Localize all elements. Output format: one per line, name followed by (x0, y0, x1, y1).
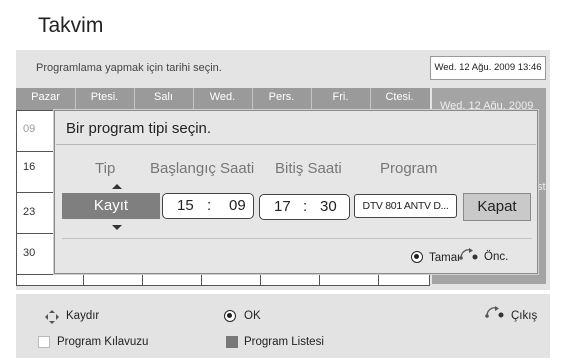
start-time-separator: : (207, 197, 212, 214)
type-selector[interactable]: Kayıt (62, 193, 160, 219)
white-key-icon (38, 336, 50, 348)
side-partial-text: st (537, 181, 546, 193)
footer-ok-radio-icon (224, 310, 236, 322)
day-name-wednesday: Wed. (209, 91, 236, 103)
ok-radio-icon[interactable] (411, 251, 423, 263)
day-name-monday: Ptesi. (90, 91, 119, 103)
type-up-arrow-icon[interactable] (112, 184, 122, 189)
start-time-field[interactable]: 15 : 09 (162, 193, 254, 219)
end-time-field[interactable]: 17 : 30 (259, 194, 350, 220)
four-way-arrow-icon (44, 309, 60, 328)
start-minute[interactable]: 09 (229, 197, 246, 214)
day-name-friday: Fri. (332, 91, 349, 103)
close-button[interactable]: Kapat (463, 193, 531, 221)
calendar-day-header: Pazar Ptesi. Salı Wed. Pers. Fri. Ctesi. (16, 88, 430, 110)
end-hour[interactable]: 17 (274, 198, 291, 215)
return-arrow-icon[interactable] (458, 247, 480, 264)
day-name-sunday: Pazar (31, 91, 60, 103)
dialog-ok-label[interactable]: Tamam (429, 252, 459, 264)
end-time-separator: : (303, 198, 308, 215)
instruction-text: Programlama yapmak için tarihi seçin. (36, 62, 222, 74)
day-name-saturday: Ctesi. (385, 91, 414, 103)
day-name-thursday: Pers. (268, 91, 295, 103)
dialog-back-label[interactable]: Önc. (484, 251, 508, 263)
end-minute[interactable]: 30 (320, 198, 337, 215)
footer-ok-label: OK (244, 310, 261, 322)
footer-move-label: Kaydır (66, 310, 100, 322)
start-hour[interactable]: 15 (177, 197, 194, 214)
exit-return-icon (484, 305, 506, 322)
calendar-cell-number: 30 (23, 247, 36, 259)
dialog-divider-bottom (62, 238, 532, 239)
calendar-cell-number: 16 (23, 161, 36, 173)
program-selector[interactable]: DTV 801 ANTV D... (354, 194, 457, 218)
column-type-header: Tip (95, 160, 116, 177)
footer-list-label: Program Listesi (244, 336, 324, 348)
day-name-tuesday: Salı (154, 91, 173, 103)
calendar-cell-number: 23 (23, 206, 36, 218)
footer-guide-label: Program Kılavuzu (57, 336, 149, 348)
footer-exit-label: Çıkış (511, 310, 538, 322)
dialog-divider (56, 144, 536, 145)
page-title: Takvim (38, 14, 104, 37)
footer-bar (16, 294, 550, 358)
column-start-time-header: Başlangıç Saati (150, 160, 255, 177)
dialog-title: Bir program tipi seçin. (66, 120, 212, 137)
column-end-time-header: Bitiş Saati (275, 160, 342, 177)
calendar-cell-number: 09 (23, 123, 36, 135)
current-datetime: Wed. 12 Ağu. 2009 13:46 (430, 56, 546, 80)
column-program-header: Program (380, 160, 438, 177)
gray-key-icon (226, 336, 238, 348)
type-down-arrow-icon[interactable] (112, 225, 122, 230)
